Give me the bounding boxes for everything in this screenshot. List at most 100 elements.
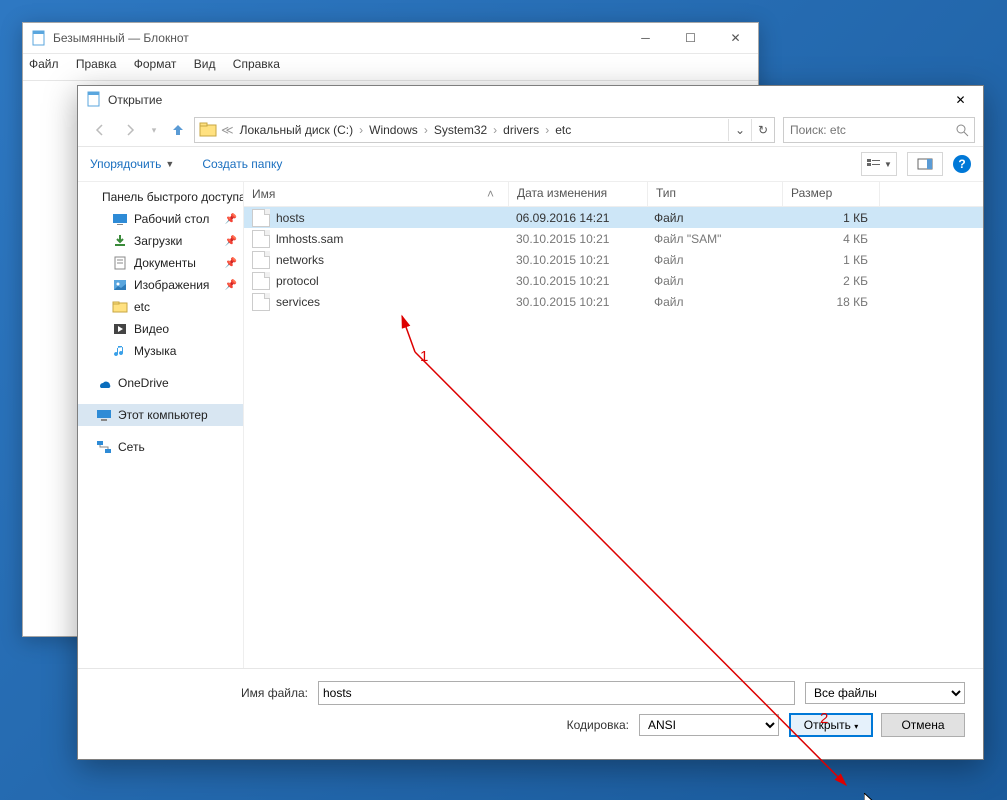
- cancel-button[interactable]: Отмена: [881, 713, 965, 737]
- filename-input[interactable]: [318, 681, 795, 705]
- chevron-icon[interactable]: ›: [359, 123, 363, 137]
- file-list-pane: Имя˄ Дата изменения Тип Размер hosts06.0…: [244, 182, 983, 668]
- pin-icon: 📌: [225, 214, 237, 225]
- sidebar-network[interactable]: Сеть: [78, 436, 243, 458]
- sidebar-label: Этот компьютер: [118, 408, 208, 422]
- sidebar-label: OneDrive: [118, 376, 169, 390]
- file-type: Файл: [646, 211, 780, 225]
- filetype-filter[interactable]: Все файлы: [805, 682, 965, 704]
- open-button[interactable]: Открыть ▾: [789, 713, 873, 737]
- thispc-icon: [96, 407, 112, 423]
- file-type: Файл: [646, 295, 780, 309]
- sidebar-item-downloads[interactable]: Загрузки 📌: [78, 230, 243, 252]
- address-dropdown[interactable]: ⌄: [728, 119, 751, 141]
- file-list-header[interactable]: Имя˄ Дата изменения Тип Размер: [244, 182, 983, 207]
- notepad-icon: [31, 30, 47, 46]
- breadcrumb-seg[interactable]: System32: [430, 123, 491, 137]
- desktop-icon: [112, 211, 128, 227]
- maximize-button[interactable]: ☐: [668, 24, 713, 53]
- video-icon: [112, 321, 128, 337]
- pin-icon: 📌: [225, 258, 237, 269]
- file-row[interactable]: lmhosts.sam30.10.2015 10:21Файл "SAM"4 К…: [244, 228, 983, 249]
- file-date: 30.10.2015 10:21: [508, 253, 646, 267]
- network-icon: [96, 439, 112, 455]
- column-size[interactable]: Размер: [783, 182, 880, 206]
- sidebar-onedrive[interactable]: OneDrive: [78, 372, 243, 394]
- file-row[interactable]: services30.10.2015 10:21Файл18 КБ: [244, 291, 983, 312]
- sidebar-item-desktop[interactable]: Рабочий стол 📌: [78, 208, 243, 230]
- refresh-button[interactable]: ↻: [751, 119, 774, 141]
- search-box[interactable]: [783, 117, 975, 143]
- notepad-title-text: Безымянный — Блокнот: [53, 31, 189, 45]
- sidebar-item-videos[interactable]: Видео: [78, 318, 243, 340]
- breadcrumb-seg[interactable]: Windows: [365, 123, 422, 137]
- sidebar-label: Документы: [134, 256, 196, 270]
- dialog-close-button[interactable]: ✕: [938, 86, 983, 114]
- file-type: Файл: [646, 253, 780, 267]
- organize-button[interactable]: Упорядочить▼: [90, 157, 174, 171]
- documents-icon: [112, 255, 128, 271]
- sidebar-item-documents[interactable]: Документы 📌: [78, 252, 243, 274]
- open-dialog: Открытие ✕ ▾ ≪ Локальный диск (C:) › Win: [77, 85, 984, 760]
- back-button[interactable]: [86, 117, 114, 143]
- sidebar-thispc[interactable]: Этот компьютер: [78, 404, 243, 426]
- view-mode-button[interactable]: ▼: [861, 152, 897, 176]
- file-size: 1 КБ: [780, 211, 876, 225]
- notepad-icon: [86, 91, 102, 110]
- organize-label: Упорядочить: [90, 157, 161, 171]
- chevron-icon[interactable]: ›: [493, 123, 497, 137]
- filename-label: Имя файла:: [96, 686, 318, 700]
- chevron-icon[interactable]: ≪: [221, 123, 234, 137]
- breadcrumb-seg[interactable]: Локальный диск (C:): [236, 123, 358, 137]
- pin-icon: 📌: [225, 280, 237, 291]
- close-button[interactable]: ✕: [713, 24, 758, 53]
- file-date: 06.09.2016 14:21: [508, 211, 646, 225]
- column-name[interactable]: Имя˄: [244, 182, 509, 206]
- breadcrumb-bar[interactable]: ≪ Локальный диск (C:) › Windows › System…: [194, 117, 775, 143]
- recent-dropdown[interactable]: ▾: [146, 117, 162, 143]
- file-row[interactable]: protocol30.10.2015 10:21Файл2 КБ: [244, 270, 983, 291]
- file-size: 4 КБ: [780, 232, 876, 246]
- newfolder-button[interactable]: Создать папку: [202, 157, 282, 171]
- folder-icon: [112, 299, 128, 315]
- breadcrumb-seg[interactable]: drivers: [499, 123, 543, 137]
- column-type[interactable]: Тип: [648, 182, 783, 206]
- encoding-select[interactable]: ANSI: [639, 714, 779, 736]
- file-row[interactable]: hosts06.09.2016 14:21Файл1 КБ: [244, 207, 983, 228]
- dialog-titlebar[interactable]: Открытие ✕: [78, 86, 983, 114]
- column-date[interactable]: Дата изменения: [509, 182, 648, 206]
- menu-edit[interactable]: Правка: [76, 57, 117, 71]
- file-row[interactable]: networks30.10.2015 10:21Файл1 КБ: [244, 249, 983, 270]
- sidebar-item-etc[interactable]: etc: [78, 296, 243, 318]
- menu-format[interactable]: Формат: [134, 57, 177, 71]
- chevron-icon[interactable]: ›: [424, 123, 428, 137]
- breadcrumb-seg[interactable]: etc: [551, 123, 575, 137]
- newfolder-label: Создать папку: [202, 157, 282, 171]
- forward-button[interactable]: [116, 117, 144, 143]
- chevron-icon[interactable]: ›: [545, 123, 549, 137]
- file-size: 1 КБ: [780, 253, 876, 267]
- search-icon[interactable]: [951, 124, 974, 137]
- notepad-titlebar[interactable]: Безымянный — Блокнот ─ ☐ ✕: [23, 23, 758, 54]
- preview-pane-button[interactable]: [907, 152, 943, 176]
- file-date: 30.10.2015 10:21: [508, 295, 646, 309]
- menu-file[interactable]: Файл: [29, 57, 59, 71]
- menu-help[interactable]: Справка: [233, 57, 280, 71]
- sidebar-label: Изображения: [134, 278, 209, 292]
- drive-icon: [199, 121, 217, 139]
- minimize-button[interactable]: ─: [623, 24, 668, 53]
- sidebar-item-pictures[interactable]: Изображения 📌: [78, 274, 243, 296]
- file-name: services: [276, 295, 320, 309]
- notepad-menubar: Файл Правка Формат Вид Справка: [23, 54, 758, 80]
- dialog-title-text: Открытие: [108, 93, 162, 107]
- sidebar-quickaccess[interactable]: Панель быстрого доступа: [78, 186, 243, 208]
- sidebar-label: Загрузки: [134, 234, 182, 248]
- help-button[interactable]: ?: [953, 155, 971, 173]
- file-icon: [252, 209, 270, 227]
- menu-view[interactable]: Вид: [194, 57, 216, 71]
- music-icon: [112, 343, 128, 359]
- sidebar-item-music[interactable]: Музыка: [78, 340, 243, 362]
- file-icon: [252, 230, 270, 248]
- up-button[interactable]: [164, 117, 192, 143]
- search-input[interactable]: [784, 123, 951, 137]
